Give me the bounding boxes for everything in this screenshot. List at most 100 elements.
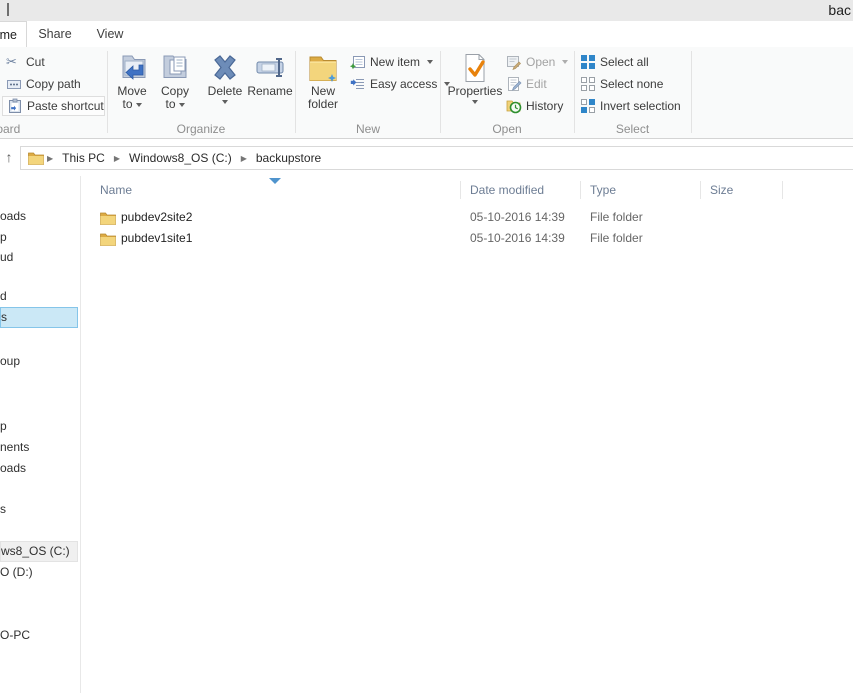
sidebar-item[interactable]: d xyxy=(0,286,79,307)
history-button[interactable]: History xyxy=(506,97,563,115)
copy-path-label: Copy path xyxy=(26,77,81,91)
open-label: Open xyxy=(526,55,555,69)
sidebar-item[interactable]: s xyxy=(0,499,79,520)
properties-icon xyxy=(458,51,492,85)
clipboard-group-label: board xyxy=(0,121,40,137)
breadcrumb-this-pc[interactable]: This PC xyxy=(54,147,113,169)
select-none-label: Select none xyxy=(600,77,663,91)
quick-access-toolbar-fragment xyxy=(7,3,9,16)
copy-path-button[interactable]: Copy path xyxy=(6,75,81,93)
tab-home[interactable]: me xyxy=(0,21,27,47)
up-button[interactable]: ↑ xyxy=(1,147,17,167)
main-area: oads p ud d s oup p nents oads s ws8_OS … xyxy=(0,176,853,693)
properties-label: Properties xyxy=(448,85,503,98)
paste-shortcut-label: Paste shortcut xyxy=(27,99,104,113)
sidebar-item[interactable]: nents xyxy=(0,437,79,458)
select-all-icon xyxy=(580,54,596,70)
address-breadcrumb[interactable]: ▶ This PC ▶ Windows8_OS (C:) ▶ backupsto… xyxy=(20,146,853,170)
column-header-size[interactable]: Size xyxy=(710,178,770,202)
new-item-button[interactable]: New item xyxy=(350,53,433,71)
open-button: Open xyxy=(506,53,568,71)
up-arrow-icon: ↑ xyxy=(6,149,13,165)
column-divider xyxy=(782,181,783,199)
rename-button[interactable]: Rename xyxy=(246,50,294,120)
breadcrumb-separator-icon: ▶ xyxy=(113,154,121,163)
ribbon-tab-row: me Share View xyxy=(0,21,853,47)
new-item-caret-icon xyxy=(427,60,433,64)
breadcrumb-backupstore[interactable]: backupstore xyxy=(248,147,329,169)
new-group-label: New xyxy=(296,121,440,137)
explorer-window: bac me Share View ✂ Cut Copy path xyxy=(0,0,853,693)
file-row[interactable]: pubdev1site1 05-10-2016 14:39 File folde… xyxy=(84,228,853,249)
folder-icon xyxy=(100,232,116,249)
file-type: File folder xyxy=(590,207,643,228)
folder-icon xyxy=(100,211,116,228)
sidebar-item[interactable]: oads xyxy=(0,458,79,479)
sort-indicator-icon xyxy=(269,178,281,184)
sidebar-item[interactable]: ud xyxy=(0,247,79,268)
easy-access-button[interactable]: Easy access xyxy=(350,75,450,93)
delete-icon xyxy=(208,51,242,85)
move-to-button[interactable]: Move to xyxy=(110,50,154,120)
move-to-icon xyxy=(115,51,149,85)
sidebar-item-drive-c[interactable]: ws8_OS (C:) xyxy=(0,541,78,562)
select-all-button[interactable]: Select all xyxy=(580,53,649,71)
easy-access-label: Easy access xyxy=(370,77,437,91)
breadcrumb-drive-c[interactable]: Windows8_OS (C:) xyxy=(121,147,240,169)
paste-shortcut-button[interactable]: Paste shortcut xyxy=(2,96,105,116)
move-to-caret-icon xyxy=(136,103,142,107)
window-title: bac xyxy=(828,2,851,18)
paste-shortcut-icon xyxy=(7,98,23,114)
sidebar-item[interactable]: oup xyxy=(0,351,79,372)
sidebar-item-drive-d[interactable]: O (D:) xyxy=(0,562,79,583)
cut-button[interactable]: ✂ Cut xyxy=(6,53,45,71)
file-row[interactable]: pubdev2site2 05-10-2016 14:39 File folde… xyxy=(84,207,853,228)
copy-to-label-line2: to xyxy=(165,97,175,111)
tab-share[interactable]: Share xyxy=(33,21,77,47)
file-date-modified: 05-10-2016 14:39 xyxy=(470,228,565,249)
new-folder-icon xyxy=(306,51,340,85)
breadcrumb-separator-icon: ▶ xyxy=(240,154,248,163)
file-name: pubdev1site1 xyxy=(121,228,192,249)
ribbon: ✂ Cut Copy path Paste shortcut xyxy=(0,47,853,139)
sidebar-item[interactable]: p xyxy=(0,416,79,437)
copy-path-icon xyxy=(6,76,22,92)
sidebar-item-selected[interactable]: s xyxy=(0,307,78,328)
cut-icon: ✂ xyxy=(6,54,22,70)
new-folder-label-line2: folder xyxy=(308,98,338,111)
delete-caret-icon xyxy=(222,100,228,104)
invert-selection-icon xyxy=(580,98,596,114)
cut-label: Cut xyxy=(26,55,45,69)
copy-to-button[interactable]: Copy to xyxy=(153,50,197,120)
history-icon xyxy=(506,98,522,114)
move-to-label-line2: to xyxy=(122,97,132,111)
sidebar-item[interactable]: p xyxy=(0,227,79,248)
copy-to-caret-icon xyxy=(179,103,185,107)
sidebar-item-pc[interactable]: O-PC xyxy=(0,625,79,646)
properties-button[interactable]: Properties xyxy=(450,50,500,120)
address-folder-icon xyxy=(28,151,44,165)
invert-selection-label: Invert selection xyxy=(600,99,681,113)
select-none-icon xyxy=(580,76,596,92)
rename-label: Rename xyxy=(247,85,292,98)
delete-button[interactable]: Delete xyxy=(202,50,248,120)
select-none-button[interactable]: Select none xyxy=(580,75,663,93)
group-separator xyxy=(691,51,692,133)
invert-selection-button[interactable]: Invert selection xyxy=(580,97,681,115)
title-bar: bac xyxy=(0,0,853,21)
open-icon xyxy=(506,54,522,70)
history-label: History xyxy=(526,99,563,113)
open-caret-icon xyxy=(562,60,568,64)
column-header-date-modified[interactable]: Date modified xyxy=(470,178,570,202)
easy-access-icon xyxy=(350,76,366,92)
file-date-modified: 05-10-2016 14:39 xyxy=(470,207,565,228)
breadcrumb-separator-icon: ▶ xyxy=(46,154,54,163)
tab-view[interactable]: View xyxy=(88,21,132,47)
sidebar-item[interactable]: oads xyxy=(0,206,79,227)
properties-caret-icon xyxy=(472,100,478,104)
column-header-type[interactable]: Type xyxy=(590,178,680,202)
new-folder-button[interactable]: New folder xyxy=(300,50,346,120)
rename-icon xyxy=(253,51,287,85)
new-item-icon xyxy=(350,54,366,70)
select-all-label: Select all xyxy=(600,55,649,69)
